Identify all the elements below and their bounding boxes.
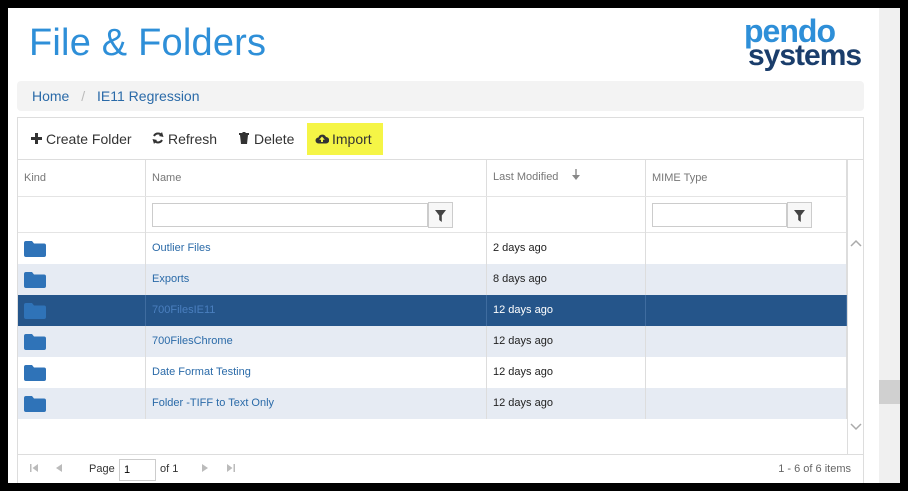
- mime-cell: [646, 388, 847, 419]
- window-scrollbar[interactable]: [879, 8, 900, 483]
- filter-cell-mime: [646, 197, 847, 233]
- first-page-icon[interactable]: [30, 464, 38, 474]
- folder-icon: [24, 241, 46, 257]
- folder-icon: [24, 396, 46, 412]
- filter-cell-last-modified: [487, 197, 646, 233]
- name-cell[interactable]: 700FilesChrome: [146, 326, 487, 357]
- breadcrumb-separator: /: [81, 88, 86, 104]
- logo-line2: systems: [748, 39, 862, 72]
- name-cell[interactable]: Exports: [146, 264, 487, 295]
- import-label: Import: [332, 131, 372, 147]
- kind-cell: [18, 326, 146, 357]
- scrollbar-thumb[interactable]: [879, 380, 900, 404]
- delete-label: Delete: [254, 131, 295, 147]
- last-page-icon[interactable]: [227, 464, 235, 474]
- name-cell[interactable]: 700FilesIE11: [146, 295, 487, 326]
- modified-cell: 12 days ago: [487, 326, 646, 357]
- mime-filter-input[interactable]: [652, 203, 787, 227]
- filter-icon: [435, 210, 446, 222]
- page-label: Page: [89, 463, 115, 475]
- name-filter-input[interactable]: [152, 203, 428, 227]
- page-title: File & Folders: [29, 22, 267, 64]
- table-row[interactable]: Folder -TIFF to Text Only 12 days ago: [18, 388, 847, 419]
- column-header-last-modified[interactable]: Last Modified: [487, 160, 646, 196]
- mime-filter-button[interactable]: [787, 202, 812, 228]
- vertical-scrollbar[interactable]: [847, 160, 863, 460]
- app-window: File & Folders pendo systems Home / IE11…: [8, 8, 879, 483]
- folder-icon: [24, 303, 46, 319]
- kind-cell: [18, 388, 146, 419]
- name-cell[interactable]: Folder -TIFF to Text Only: [146, 388, 487, 419]
- mime-cell: [646, 295, 847, 326]
- name-cell[interactable]: Outlier Files: [146, 233, 487, 264]
- chevron-up-icon[interactable]: [850, 234, 862, 250]
- filter-cell-name: [146, 197, 487, 233]
- page-number-input[interactable]: [119, 459, 156, 481]
- table-row[interactable]: Outlier Files 2 days ago: [18, 233, 847, 264]
- create-folder-label: Create Folder: [46, 131, 132, 147]
- grid-toolbar: Create Folder Refresh Delete Import: [18, 118, 863, 160]
- column-header-name[interactable]: Name: [146, 160, 487, 196]
- kind-cell: [18, 264, 146, 295]
- pendo-systems-logo: pendo systems: [742, 14, 872, 74]
- table-row[interactable]: Date Format Testing 12 days ago: [18, 357, 847, 388]
- refresh-button[interactable]: Refresh: [143, 123, 225, 155]
- grid-header: Kind Name Last Modified MIME Type: [18, 160, 847, 196]
- breadcrumb-home[interactable]: Home: [32, 88, 69, 104]
- plus-icon: [29, 123, 43, 155]
- refresh-icon: [151, 123, 165, 155]
- modified-cell: 12 days ago: [487, 357, 646, 388]
- refresh-label: Refresh: [168, 131, 218, 147]
- create-folder-button[interactable]: Create Folder: [21, 123, 140, 155]
- cloud-upload-icon: [315, 123, 330, 155]
- filter-row: [18, 196, 847, 233]
- items-count-label: 1 - 6 of 6 items: [778, 463, 851, 475]
- kind-cell: [18, 233, 146, 264]
- page-count-label: of 1: [160, 463, 179, 475]
- filter-cell-kind: [18, 197, 146, 233]
- column-header-mime-type[interactable]: MIME Type: [646, 160, 847, 196]
- mime-cell: [646, 264, 847, 295]
- modified-cell: 12 days ago: [487, 295, 646, 326]
- table-row[interactable]: Exports 8 days ago: [18, 264, 847, 295]
- file-grid: Create Folder Refresh Delete Import Kind…: [17, 117, 864, 483]
- modified-cell: 2 days ago: [487, 233, 646, 264]
- trash-icon: [237, 123, 251, 155]
- breadcrumb: Home / IE11 Regression: [17, 81, 864, 111]
- previous-page-icon[interactable]: [56, 464, 62, 474]
- kind-cell: [18, 357, 146, 388]
- arrow-down-icon: [571, 160, 580, 194]
- mime-cell: [646, 357, 847, 388]
- mime-cell: [646, 233, 847, 264]
- next-page-icon[interactable]: [202, 464, 208, 474]
- folder-icon: [24, 365, 46, 381]
- kind-cell: [18, 295, 146, 326]
- filter-icon: [794, 210, 805, 222]
- import-button[interactable]: Import: [307, 123, 383, 155]
- name-filter-button[interactable]: [428, 202, 453, 228]
- table-row-selected[interactable]: 700FilesIE11 12 days ago: [18, 295, 847, 326]
- last-modified-label: Last Modified: [493, 171, 559, 183]
- delete-button[interactable]: Delete: [229, 123, 302, 155]
- modified-cell: 12 days ago: [487, 388, 646, 419]
- breadcrumb-current[interactable]: IE11 Regression: [97, 88, 199, 104]
- folder-icon: [24, 272, 46, 288]
- chevron-down-icon[interactable]: [850, 418, 862, 434]
- pager: Page of 1 1 - 6 of 6 items: [18, 454, 863, 483]
- mime-cell: [646, 326, 847, 357]
- column-header-kind[interactable]: Kind: [18, 160, 146, 196]
- table-row[interactable]: 700FilesChrome 12 days ago: [18, 326, 847, 357]
- name-cell[interactable]: Date Format Testing: [146, 357, 487, 388]
- modified-cell: 8 days ago: [487, 264, 646, 295]
- folder-icon: [24, 334, 46, 350]
